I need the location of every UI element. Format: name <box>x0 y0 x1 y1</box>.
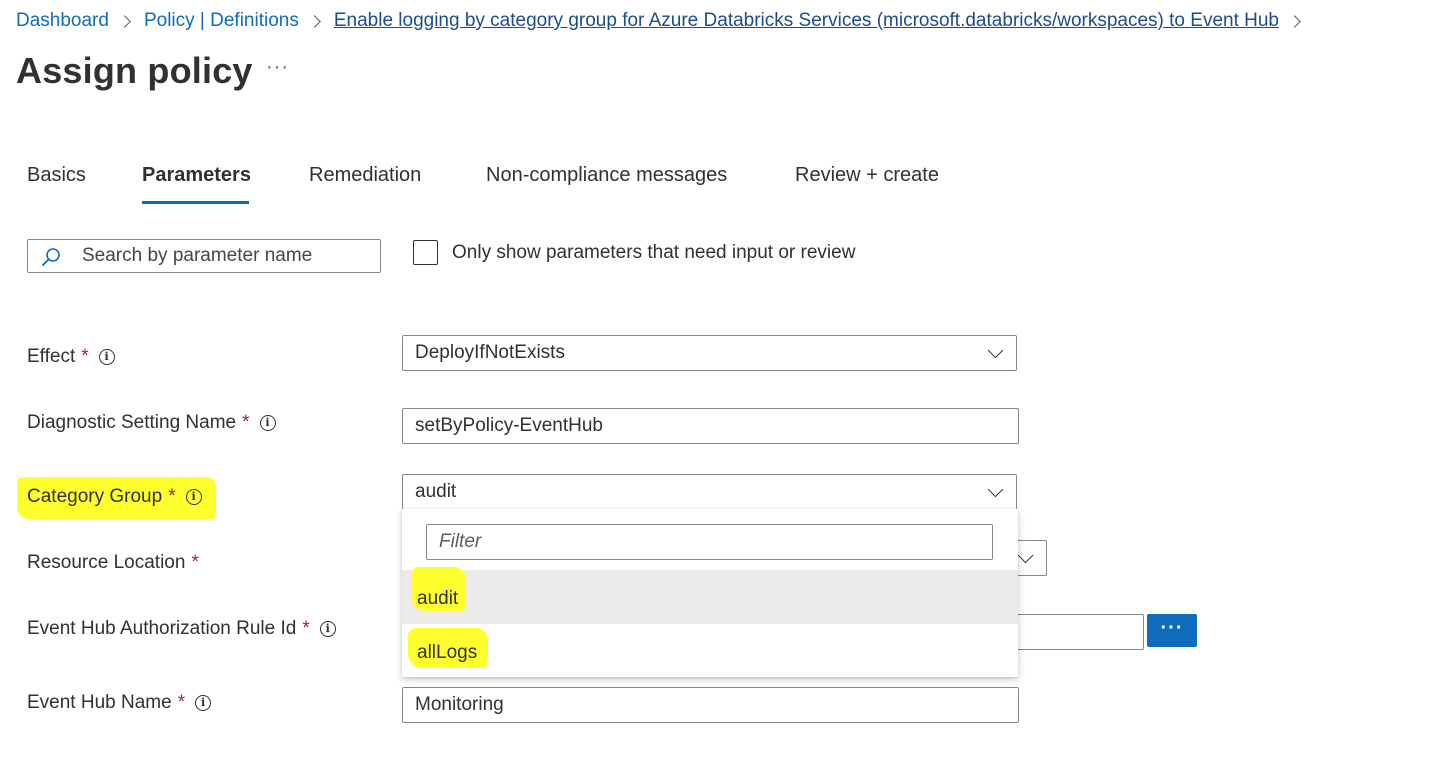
info-icon[interactable]: i <box>259 415 276 431</box>
search-input[interactable] <box>82 240 372 272</box>
tab-basics[interactable]: Basics <box>27 164 86 187</box>
filter-input[interactable] <box>426 524 993 560</box>
category-group-options-popup: audit allLogs <box>402 509 1018 677</box>
chevron-right-icon <box>307 14 321 28</box>
breadcrumb: Dashboard Policy | Definitions Enable lo… <box>16 10 1314 32</box>
option-label: audit <box>417 588 459 609</box>
info-icon[interactable]: i <box>185 489 202 505</box>
search-icon <box>42 248 60 266</box>
search-box[interactable] <box>27 239 381 273</box>
chevron-down-icon <box>987 481 1004 498</box>
browse-auth-rule-button[interactable]: ··· <box>1147 614 1197 647</box>
active-tab-indicator <box>142 201 249 204</box>
only-show-needs-input-label: Only show parameters that need input or … <box>452 242 856 263</box>
info-icon[interactable]: i <box>195 695 212 711</box>
tab-review-create[interactable]: Review + create <box>795 164 939 187</box>
diagnostic-setting-name-value: setByPolicy-EventHub <box>415 415 603 436</box>
tab-remediation[interactable]: Remediation <box>309 164 421 187</box>
option-alllogs[interactable]: allLogs <box>402 624 1018 678</box>
diagnostic-setting-name-input[interactable]: setByPolicy-EventHub <box>402 408 1019 444</box>
category-group-dropdown[interactable]: audit <box>402 474 1017 510</box>
chevron-down-icon <box>1017 547 1034 564</box>
more-icon[interactable]: ··· <box>266 56 289 79</box>
option-label: allLogs <box>417 642 478 663</box>
effect-label: Effect * i <box>27 346 115 368</box>
option-audit[interactable]: audit <box>402 567 1018 624</box>
tab-non-compliance-messages[interactable]: Non-compliance messages <box>486 164 727 187</box>
category-group-label: Category Group * i <box>27 486 202 508</box>
breadcrumb-policy-definition[interactable]: Enable logging by category group for Azu… <box>334 10 1279 32</box>
category-group-value: audit <box>415 481 457 502</box>
breadcrumb-policy-definitions[interactable]: Policy | Definitions <box>144 10 299 32</box>
chevron-right-icon <box>1288 14 1301 28</box>
event-hub-name-label: Event Hub Name * i <box>27 692 212 714</box>
tab-parameters[interactable]: Parameters <box>142 164 251 187</box>
chevron-right-icon <box>118 14 131 28</box>
only-show-needs-input-checkbox[interactable] <box>413 240 438 265</box>
effect-dropdown[interactable]: DeployIfNotExists <box>402 335 1017 371</box>
event-hub-name-value: Monitoring <box>415 694 504 715</box>
event-hub-name-input[interactable]: Monitoring <box>402 687 1019 723</box>
page-title: Assign policy <box>16 50 253 91</box>
info-icon[interactable]: i <box>98 349 115 365</box>
chevron-down-icon <box>987 342 1004 359</box>
diagnostic-setting-name-label: Diagnostic Setting Name * i <box>27 412 276 434</box>
event-hub-auth-rule-id-label: Event Hub Authorization Rule Id * i <box>27 618 336 640</box>
info-icon[interactable]: i <box>319 621 336 637</box>
effect-value: DeployIfNotExists <box>415 342 565 363</box>
breadcrumb-dashboard[interactable]: Dashboard <box>16 10 109 32</box>
resource-location-label: Resource Location * <box>27 552 199 573</box>
